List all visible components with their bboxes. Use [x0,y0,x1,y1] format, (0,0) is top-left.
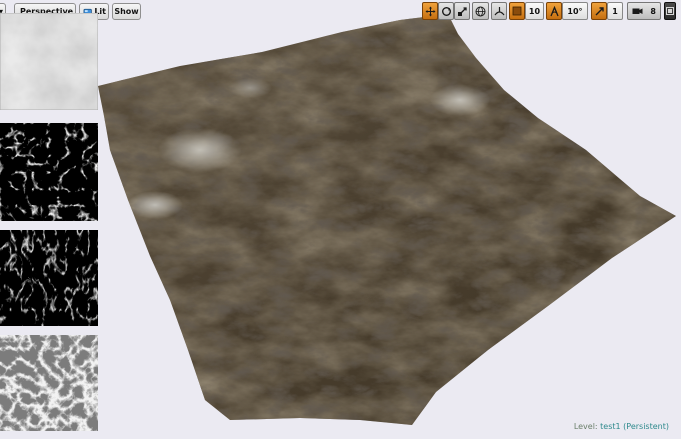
grid-snap-icon [512,6,522,16]
scale-snap-icon [595,6,604,15]
heightmap-thumbnail[interactable] [0,12,99,111]
translate-mode-button[interactable] [422,2,438,20]
erosion-thumbnail[interactable] [0,230,98,326]
grid-snap-toggle[interactable] [509,2,525,20]
scale-snap-value-dropdown[interactable]: 1 [607,2,623,20]
camera-speed-button[interactable]: 8 [627,2,661,20]
maximize-icon [666,7,674,15]
snow-patch [127,191,183,219]
scale-snap-value: 1 [612,6,618,16]
show-flags-button[interactable]: Show [112,3,141,20]
grid-snap-value: 10 [528,6,541,16]
surface-snapping-button[interactable] [491,2,507,20]
flowmap-image [0,123,98,221]
grid-snap-value-dropdown[interactable]: 10 [525,2,544,20]
heightmap-image [0,12,99,111]
scale-mode-button[interactable] [454,2,470,20]
slope-thumbnail[interactable] [0,335,98,431]
rotation-snap-icon [549,5,559,16]
coordinate-system-button[interactable] [472,2,489,20]
camera-icon [632,8,643,14]
surface-snap-icon [494,6,504,15]
globe-icon [475,6,486,16]
rotate-icon [441,6,451,16]
landscape-terrain-mesh[interactable] [0,0,681,439]
translate-arrows-icon [425,6,435,16]
level-name: test1 [600,422,621,431]
level-prefix: Level: [573,422,598,431]
rotation-snap-value-dropdown[interactable]: 10° [562,2,588,20]
scale-snap-toggle[interactable] [591,2,607,20]
rotation-snap-value: 10° [567,6,583,16]
flowmap-thumbnail[interactable] [0,123,98,221]
level-status-text: Level: test1 (Persistent) [574,422,669,431]
snow-patch [430,84,490,116]
snow-patch [228,78,272,98]
slope-image [0,335,98,431]
level-viewport[interactable]: ▾ Perspective Lit Show 10 10° 1 8 Level:… [0,0,681,439]
erosion-image [0,230,98,326]
level-persistent-label: (Persistent) [623,422,669,431]
snow-patch [158,128,242,172]
rotation-snap-toggle[interactable] [546,2,562,20]
show-flags-label: Show [114,7,139,16]
scale-icon [457,6,467,16]
rotate-mode-button[interactable] [438,2,454,20]
camera-speed-value: 8 [650,6,656,16]
maximize-viewport-button[interactable] [664,2,676,20]
